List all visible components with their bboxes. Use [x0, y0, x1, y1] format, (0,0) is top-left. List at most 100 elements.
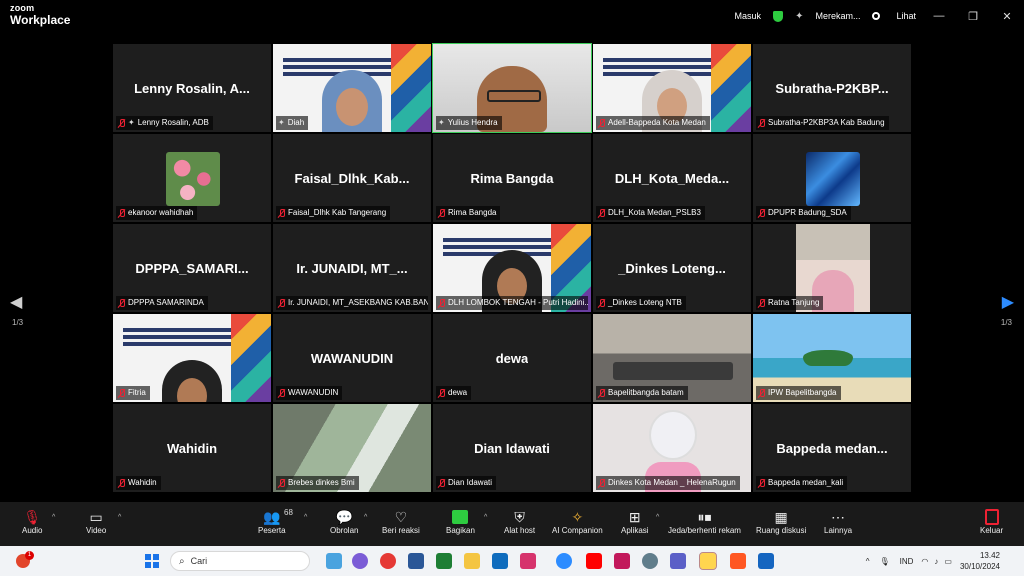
excel-icon[interactable]: [436, 553, 452, 569]
sign-in-link[interactable]: Masuk: [735, 11, 762, 21]
audio-label: Audio: [22, 526, 43, 535]
audio-options-chevron-up-icon[interactable]: ^: [52, 514, 55, 521]
participant-label: Dian Idawati: [436, 476, 497, 490]
video-options-chevron-up-icon[interactable]: ^: [118, 514, 121, 521]
share-button[interactable]: Bagikan: [446, 508, 475, 535]
muted-mic-icon: [438, 388, 445, 398]
participant-label-text: Ir. JUNAIDI, MT_ASEKBANG KAB.BAN...: [288, 298, 428, 307]
muted-mic-icon: [598, 208, 605, 218]
ai-sparkle-icon[interactable]: ✦: [795, 11, 803, 22]
participant-tile[interactable]: Ir. JUNAIDI, MT_... Ir. JUNAIDI, MT_ASEK…: [272, 223, 432, 313]
settings-gear-icon[interactable]: [642, 553, 658, 569]
youtube-icon[interactable]: [586, 553, 602, 569]
security-shield-icon[interactable]: [773, 10, 784, 22]
system-tray: ^ 🎙 IND ◠ ♪ ▭ 13.42 30/10/2024: [866, 546, 1000, 576]
participants-count: 68: [284, 508, 293, 517]
participants-chevron-up-icon[interactable]: ^: [304, 514, 307, 521]
chrome-icon[interactable]: [380, 553, 396, 569]
chat-chevron-up-icon[interactable]: ^: [364, 514, 367, 521]
participant-tile-video[interactable]: Bapelitbangda batam: [592, 313, 752, 403]
close-button[interactable]: ✕: [990, 10, 1024, 23]
restore-button[interactable]: ❐: [956, 10, 990, 23]
more-button[interactable]: ⋯ Lainnya: [824, 508, 852, 535]
audio-button[interactable]: 🎙 Audio: [22, 508, 42, 535]
participant-tile-video[interactable]: Dinkes Kota Medan _ HelenaRugun: [592, 403, 752, 493]
recording-status-icon[interactable]: [872, 12, 884, 20]
start-windows-icon[interactable]: [145, 554, 159, 568]
participant-label: ✦ Lenny Rosalin, ADB: [116, 116, 213, 130]
tray-chevron-up-icon[interactable]: ^: [866, 557, 870, 566]
share-chevron-up-icon[interactable]: ^: [484, 514, 487, 521]
outlook-icon[interactable]: [492, 553, 508, 569]
clock[interactable]: 13.42 30/10/2024: [960, 550, 1000, 572]
instagram-icon[interactable]: [520, 553, 536, 569]
language-indicator[interactable]: IND: [900, 557, 914, 566]
taskbar-search-box[interactable]: ⌕ Cari: [170, 551, 310, 571]
apps-button[interactable]: ⊞ Aplikasi: [621, 508, 649, 535]
notification-alert-icon[interactable]: [16, 551, 34, 568]
participant-tile[interactable]: DPUPR Badung_SDA: [752, 133, 912, 223]
participant-tile-video[interactable]: DLH LOMBOK TENGAH - Putri Hadini...: [432, 223, 592, 313]
store-icon[interactable]: [758, 553, 774, 569]
file-explorer-icon[interactable]: [464, 553, 480, 569]
ai-companion-button[interactable]: ✧ AI Companion: [552, 508, 603, 535]
participant-tile[interactable]: dewa dewa: [432, 313, 592, 403]
breakout-grid-icon: ▦: [774, 509, 788, 525]
participant-tile[interactable]: ekanoor wahidhah: [112, 133, 272, 223]
participant-tile[interactable]: Dian Idawati Dian Idawati: [432, 403, 592, 493]
meeting-stage: ◀ 1/3 ▶ 1/3 Lenny Rosalin, A... ✦ Lenny R…: [0, 32, 1024, 502]
participant-tile-video[interactable]: Adell-Bappeda Kota Medan: [592, 43, 752, 133]
copilot-icon[interactable]: [352, 553, 368, 569]
muted-mic-icon: [598, 298, 605, 308]
participant-tile-active-speaker[interactable]: ✦ Yulius Hendra: [432, 43, 592, 133]
participant-tile-video[interactable]: Brebes dinkes Bmi: [272, 403, 432, 493]
pause-stop-recording-button[interactable]: ⏸⏹ Jeda/berhenti rekam: [668, 508, 741, 535]
participant-tile[interactable]: WAWANUDIN WAWANUDIN: [272, 313, 432, 403]
word-icon[interactable]: [408, 553, 424, 569]
participant-label: Rima Bangda: [436, 206, 501, 220]
teams-icon[interactable]: [670, 553, 686, 569]
host-tools-button[interactable]: ⛨ Alat host: [504, 508, 535, 535]
participants-button[interactable]: 👥 Peserta: [258, 508, 286, 535]
participant-tile[interactable]: _Dinkes Loteng... _Dinkes Loteng NTB: [592, 223, 752, 313]
apps-chevron-up-icon[interactable]: ^: [656, 514, 659, 521]
participant-tile[interactable]: Faisal_Dlhk_Kab... Faisal_Dlhk Kab Tange…: [272, 133, 432, 223]
battery-icon[interactable]: ▭: [944, 557, 952, 566]
participant-tile[interactable]: Ratna Tanjung: [752, 223, 912, 313]
volume-icon[interactable]: ♪: [934, 557, 938, 566]
host-tools-label: Alat host: [504, 526, 536, 535]
widgets-icon[interactable]: [326, 553, 342, 569]
participant-tile[interactable]: DLH_Kota_Meda... DLH_Kota Medan_PSLB3: [592, 133, 752, 223]
video-label: Video: [86, 526, 107, 535]
microphone-icon[interactable]: 🎙: [879, 557, 889, 566]
participant-tile-video[interactable]: IPW Bapelitbangda: [752, 313, 912, 403]
participant-tile[interactable]: Wahidin Wahidin: [112, 403, 272, 493]
view-button[interactable]: Lihat: [896, 11, 916, 21]
previous-page-icon[interactable]: ◀: [10, 292, 22, 312]
participant-tile[interactable]: Subratha-P2KBP... Subratha-P2KBP3A Kab B…: [752, 43, 912, 133]
minimize-button[interactable]: —: [922, 10, 956, 22]
sticky-notes-icon[interactable]: [699, 552, 717, 570]
wifi-icon[interactable]: ◠: [921, 557, 928, 566]
video-button[interactable]: ▭ Video: [86, 508, 106, 535]
zoom-logo: zoom Workplace: [10, 4, 70, 27]
participant-tile[interactable]: Rima Bangda Rima Bangda: [432, 133, 592, 223]
participant-tile-video[interactable]: ✦ Diah: [272, 43, 432, 133]
chat-button[interactable]: 💬 Obrolan: [330, 508, 358, 535]
powerpoint-icon[interactable]: [614, 553, 630, 569]
zoom-app-icon[interactable]: [556, 553, 572, 569]
brave-icon[interactable]: [730, 553, 746, 569]
breakout-rooms-button[interactable]: ▦ Ruang diskusi: [756, 508, 806, 535]
participant-tile[interactable]: Lenny Rosalin, A... ✦ Lenny Rosalin, ADB: [112, 43, 272, 133]
leave-button[interactable]: Keluar: [980, 508, 1003, 535]
participant-tile[interactable]: Bappeda medan... Bappeda medan_kali: [752, 403, 912, 493]
participant-tile[interactable]: DPPPA_SAMARI... DPPPA SAMARINDA: [112, 223, 272, 313]
participant-label: Ir. JUNAIDI, MT_ASEKBANG KAB.BAN...: [276, 296, 428, 310]
muted-mic-icon: [118, 388, 125, 398]
page-indicator-right: 1/3: [1000, 318, 1012, 327]
participants-icon: 👥: [263, 509, 281, 525]
next-page-icon[interactable]: ▶: [1002, 292, 1014, 312]
reactions-button[interactable]: ♡ Beri reaksi: [382, 508, 420, 535]
participant-tile-video[interactable]: Fitria: [112, 313, 272, 403]
recording-indicator[interactable]: Merekam...: [815, 11, 860, 21]
